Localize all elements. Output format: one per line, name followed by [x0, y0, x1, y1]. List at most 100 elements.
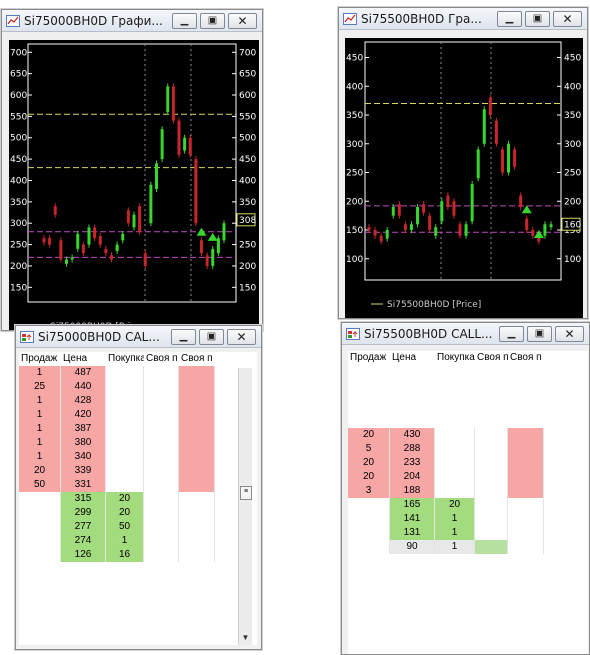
- y-tick-label-right: 650: [239, 70, 256, 80]
- y-tick-label-left: 250: [346, 169, 363, 179]
- title-bar[interactable]: Si75500BH0D CALL... ▁ ▣ ✕: [342, 323, 589, 345]
- column-header-own-sell[interactable]: Своя п: [144, 352, 179, 366]
- order-book-row[interactable]: 1 387: [19, 422, 257, 436]
- price-tag-label: 308: [239, 216, 256, 226]
- vertical-scrollbar[interactable]: ≡ ▼: [238, 368, 252, 645]
- minimize-button[interactable]: ▁: [497, 10, 522, 27]
- scroll-thumb[interactable]: ≡: [240, 486, 252, 500]
- order-book-row[interactable]: 141 1: [348, 512, 588, 526]
- chart-canvas[interactable]: 700 700 650 650 600 600 550 550 500 500 450 450 400 4…: [9, 40, 259, 330]
- column-header-price[interactable]: Цена: [390, 351, 435, 365]
- cell-price: 440: [61, 380, 106, 394]
- close-button[interactable]: ✕: [555, 325, 584, 342]
- order-book-row[interactable]: 90 1: [348, 540, 588, 554]
- close-button[interactable]: ✕: [227, 328, 256, 345]
- column-header-sell[interactable]: Продаж: [19, 352, 61, 366]
- cell-buy-volume: 1: [106, 534, 144, 548]
- cell-own-buy: [179, 478, 215, 492]
- column-header-sell[interactable]: Продаж: [348, 351, 390, 365]
- order-book-row[interactable]: 20 339: [19, 464, 257, 478]
- order-book-row[interactable]: 126 16: [19, 548, 257, 562]
- order-book-row[interactable]: 1 380: [19, 436, 257, 450]
- cell-own-sell: [144, 492, 179, 506]
- price-tag-label: 160: [564, 220, 581, 230]
- candle-body: [549, 224, 553, 228]
- order-book-row[interactable]: 1 428: [19, 394, 257, 408]
- cell-buy-volume: [435, 442, 475, 456]
- order-book-row[interactable]: 131 1: [348, 526, 588, 540]
- order-book-row[interactable]: 274 1: [19, 534, 257, 548]
- candle-body: [543, 224, 547, 236]
- candle-body: [70, 257, 74, 260]
- column-header-own-buy[interactable]: Своя п: [179, 352, 215, 366]
- column-header-own-sell[interactable]: Своя п: [475, 351, 508, 365]
- order-book-table[interactable]: Продаж Цена Покупка Своя п Своя п 20 430 5…: [348, 351, 588, 654]
- candle-body: [367, 227, 371, 230]
- cell-own-buy: [179, 380, 215, 394]
- title-bar[interactable]: Si75500BH0D Гра... ▁ ▣ ✕: [339, 8, 587, 30]
- chart-window-left[interactable]: Si75000BH0D Графи... ▁ ▣ ✕ 700 700 650 650 6…: [1, 9, 263, 331]
- cell-own-sell: [475, 498, 508, 512]
- candle-body: [391, 207, 395, 216]
- minimize-button[interactable]: ▁: [171, 328, 196, 345]
- order-book-table[interactable]: Продаж Цена Покупка Своя п Своя п 1 487 25…: [19, 352, 257, 645]
- chart-canvas[interactable]: 450 450 400 400 350 350 300 300 250 250 200 200 150 1…: [345, 38, 583, 318]
- cell-own-buy: [179, 464, 215, 478]
- cell-own-buy: [508, 442, 544, 456]
- candle-body: [385, 230, 389, 239]
- order-book-row[interactable]: 165 20: [348, 498, 588, 512]
- y-tick-label-left: 550: [10, 112, 27, 122]
- column-header-buy[interactable]: Покупка: [435, 351, 475, 365]
- order-book-row[interactable]: 1 340: [19, 450, 257, 464]
- order-book-row[interactable]: 20 204: [348, 470, 588, 484]
- y-tick-label-left: 350: [346, 111, 363, 121]
- cell-sell-volume: [348, 526, 390, 540]
- order-book-row[interactable]: 20 430: [348, 428, 588, 442]
- order-book-row[interactable]: 1 420: [19, 408, 257, 422]
- column-header-price[interactable]: Цена: [61, 352, 106, 366]
- title-bar[interactable]: Si75000BH0D Графи... ▁ ▣ ✕: [2, 10, 262, 32]
- order-book-row[interactable]: 3 188: [348, 484, 588, 498]
- cell-buy-volume: [106, 464, 144, 478]
- cell-sell-volume: 5: [348, 442, 390, 456]
- maximize-button[interactable]: ▣: [200, 12, 225, 29]
- candle-body: [143, 253, 147, 266]
- orderbook-window-right[interactable]: Si75500BH0D CALL... ▁ ▣ ✕ Продаж Цена По…: [341, 322, 590, 655]
- price-chart-left[interactable]: 700 700 650 650 600 600 550 550 500 500 450 450 400 4…: [9, 40, 259, 330]
- candle-body: [160, 129, 164, 160]
- cell-own-sell: [144, 366, 179, 380]
- minimize-button[interactable]: ▁: [172, 12, 197, 29]
- column-header-buy[interactable]: Покупка: [106, 352, 144, 366]
- minimize-button[interactable]: ▁: [499, 325, 524, 342]
- y-tick-label-right: 350: [564, 111, 581, 121]
- y-tick-label-left: 300: [10, 219, 27, 229]
- maximize-button[interactable]: ▣: [527, 325, 552, 342]
- order-book-row[interactable]: 25 440: [19, 380, 257, 394]
- candle-body: [403, 224, 407, 230]
- cell-sell-volume: 1: [19, 422, 61, 436]
- close-button[interactable]: ✕: [553, 10, 582, 27]
- candle-body: [476, 149, 480, 179]
- cell-own-sell: [144, 422, 179, 436]
- candle-body: [488, 97, 492, 115]
- close-button[interactable]: ✕: [228, 12, 257, 29]
- candle-body: [138, 206, 142, 232]
- column-header-own-buy[interactable]: Своя п: [508, 351, 544, 365]
- y-tick-label-left: 450: [10, 155, 27, 165]
- maximize-button[interactable]: ▣: [525, 10, 550, 27]
- order-book-row[interactable]: 50 331: [19, 478, 257, 492]
- scroll-down-arrow[interactable]: ▼: [239, 631, 252, 645]
- order-book-row[interactable]: 20 233: [348, 456, 588, 470]
- order-book-row[interactable]: 315 20: [19, 492, 257, 506]
- order-book-row[interactable]: 299 20: [19, 506, 257, 520]
- cell-buy-volume: [106, 394, 144, 408]
- title-bar[interactable]: Si75000BH0D CAL... ▁ ▣ ✕: [16, 326, 261, 348]
- price-chart-right[interactable]: 450 450 400 400 350 350 300 300 250 250 200 200 150 1…: [345, 38, 583, 318]
- orderbook-window-left[interactable]: Si75000BH0D CAL... ▁ ▣ ✕ Продаж Цена Пок…: [15, 325, 262, 650]
- order-book-row[interactable]: 1 487: [19, 366, 257, 380]
- chart-window-right[interactable]: Si75500BH0D Гра... ▁ ▣ ✕ 450 450 400 400 350…: [338, 7, 588, 319]
- order-book-row[interactable]: 5 288: [348, 442, 588, 456]
- candle-body: [531, 230, 535, 236]
- maximize-button[interactable]: ▣: [199, 328, 224, 345]
- order-book-row[interactable]: 277 50: [19, 520, 257, 534]
